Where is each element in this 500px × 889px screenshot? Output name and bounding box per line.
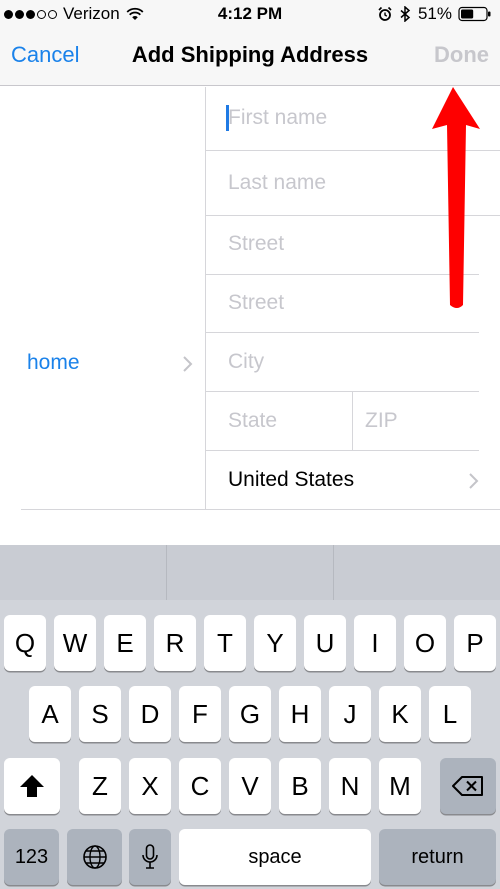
shift-icon — [20, 775, 44, 797]
city-field[interactable]: City — [228, 350, 264, 374]
key-a[interactable]: A — [29, 686, 71, 742]
key-t[interactable]: T — [204, 615, 246, 671]
first-name-field[interactable]: First name — [228, 106, 327, 130]
bluetooth-icon — [400, 6, 411, 22]
key-s[interactable]: S — [79, 686, 121, 742]
key-z[interactable]: Z — [79, 758, 121, 814]
street-line2-field[interactable]: Street — [228, 291, 284, 315]
key-p[interactable]: P — [454, 615, 496, 671]
red-arrow-annotation — [432, 87, 480, 308]
microphone-icon — [142, 844, 158, 869]
battery-percent: 51% — [417, 4, 452, 23]
key-h[interactable]: H — [279, 686, 321, 742]
key-u[interactable]: U — [304, 615, 346, 671]
divider — [205, 391, 479, 392]
key-o[interactable]: O — [404, 615, 446, 671]
key-y[interactable]: Y — [254, 615, 296, 671]
shift-key[interactable] — [4, 758, 60, 814]
divider — [205, 450, 479, 451]
status-right: 51% — [378, 4, 492, 24]
text-cursor — [226, 105, 229, 131]
form-bottom-divider — [21, 509, 500, 510]
divider — [333, 545, 334, 600]
state-field[interactable]: State — [228, 409, 277, 433]
dictation-key[interactable] — [129, 829, 171, 885]
backspace-icon — [452, 776, 483, 796]
zip-field[interactable]: ZIP — [365, 409, 398, 433]
key-l[interactable]: L — [429, 686, 471, 742]
chevron-right-icon[interactable] — [182, 355, 194, 373]
key-e[interactable]: E — [104, 615, 146, 671]
key-m[interactable]: M — [379, 758, 421, 814]
key-w[interactable]: W — [54, 615, 96, 671]
address-label-home[interactable]: home — [27, 351, 80, 375]
divider — [205, 332, 479, 333]
key-x[interactable]: X — [129, 758, 171, 814]
key-q[interactable]: Q — [4, 615, 46, 671]
key-r[interactable]: R — [154, 615, 196, 671]
key-n[interactable]: N — [329, 758, 371, 814]
key-k[interactable]: K — [379, 686, 421, 742]
backspace-key[interactable] — [440, 758, 496, 814]
key-c[interactable]: C — [179, 758, 221, 814]
status-bar: Verizon 4:12 PM 51% — [0, 0, 500, 28]
keyboard: Q W E R T Y U I O P A S D F G H J K L Z … — [0, 545, 500, 889]
cancel-button[interactable]: Cancel — [11, 42, 79, 68]
divider — [166, 545, 167, 600]
predictive-bar — [0, 545, 500, 600]
key-v[interactable]: V — [229, 758, 271, 814]
globe-key[interactable] — [67, 829, 122, 885]
done-button[interactable]: Done — [434, 42, 489, 68]
key-d[interactable]: D — [129, 686, 171, 742]
space-key[interactable]: space — [179, 829, 371, 885]
street-line1-field[interactable]: Street — [228, 232, 284, 256]
battery-icon — [458, 6, 491, 22]
key-g[interactable]: G — [229, 686, 271, 742]
globe-icon — [82, 845, 107, 869]
last-name-field[interactable]: Last name — [228, 171, 326, 195]
chevron-right-icon[interactable] — [468, 472, 480, 490]
alarm-icon — [378, 6, 392, 21]
key-i[interactable]: I — [354, 615, 396, 671]
state-zip-divider — [352, 391, 353, 450]
country-field[interactable]: United States — [228, 468, 354, 492]
numbers-key[interactable]: 123 — [4, 829, 59, 885]
key-b[interactable]: B — [279, 758, 321, 814]
key-f[interactable]: F — [179, 686, 221, 742]
key-j[interactable]: J — [329, 686, 371, 742]
navigation-bar: Cancel Add Shipping Address Done — [0, 28, 500, 86]
return-key[interactable]: return — [379, 829, 496, 885]
